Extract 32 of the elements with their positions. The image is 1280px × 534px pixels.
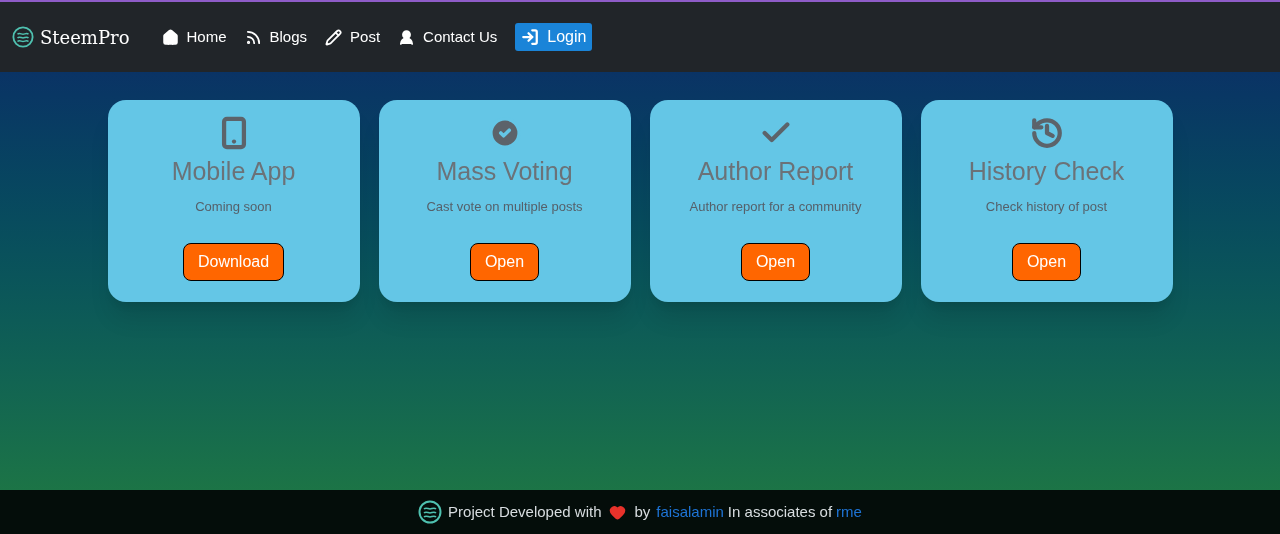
nav-link[interactable]: Blogs <box>244 25 308 49</box>
contact-icon <box>398 28 416 46</box>
footer-text: Project Developed with <box>448 501 602 522</box>
logo-icon <box>12 26 34 48</box>
card-description: Coming soon <box>195 198 272 216</box>
home-icon <box>161 28 179 46</box>
partner-link[interactable]: rme <box>836 500 862 524</box>
nav-link[interactable]: Contact Us <box>398 25 498 49</box>
footer-text: by <box>634 501 651 522</box>
card-button[interactable]: Download <box>182 242 285 281</box>
card-title: Mobile App <box>171 156 296 187</box>
card-description: Cast vote on multiple posts <box>426 198 583 216</box>
nav-link[interactable]: Home <box>161 25 227 49</box>
logo-icon <box>418 500 443 524</box>
card-button[interactable]: Open <box>469 242 540 281</box>
card-title: History Check <box>968 156 1125 187</box>
card-title: Mass Voting <box>436 156 573 187</box>
card-description: Check history of post <box>985 198 1108 216</box>
heart-icon <box>609 503 627 521</box>
footer-text: In associates of <box>727 501 833 522</box>
card-title: Author Report <box>697 156 854 187</box>
pencil-icon <box>325 28 343 46</box>
card-button[interactable]: Open <box>740 242 811 281</box>
login-icon <box>521 28 540 46</box>
nav-link[interactable]: Post <box>325 25 381 49</box>
card-description: Author report for a community <box>689 198 862 216</box>
history-icon <box>1029 116 1064 150</box>
login-button[interactable]: Login <box>515 23 593 51</box>
card-button[interactable]: Open <box>1011 242 1082 281</box>
feed-icon <box>244 28 262 46</box>
brand-name[interactable]: SteemPro <box>40 23 130 51</box>
author-link[interactable]: faisalamin <box>656 500 724 524</box>
